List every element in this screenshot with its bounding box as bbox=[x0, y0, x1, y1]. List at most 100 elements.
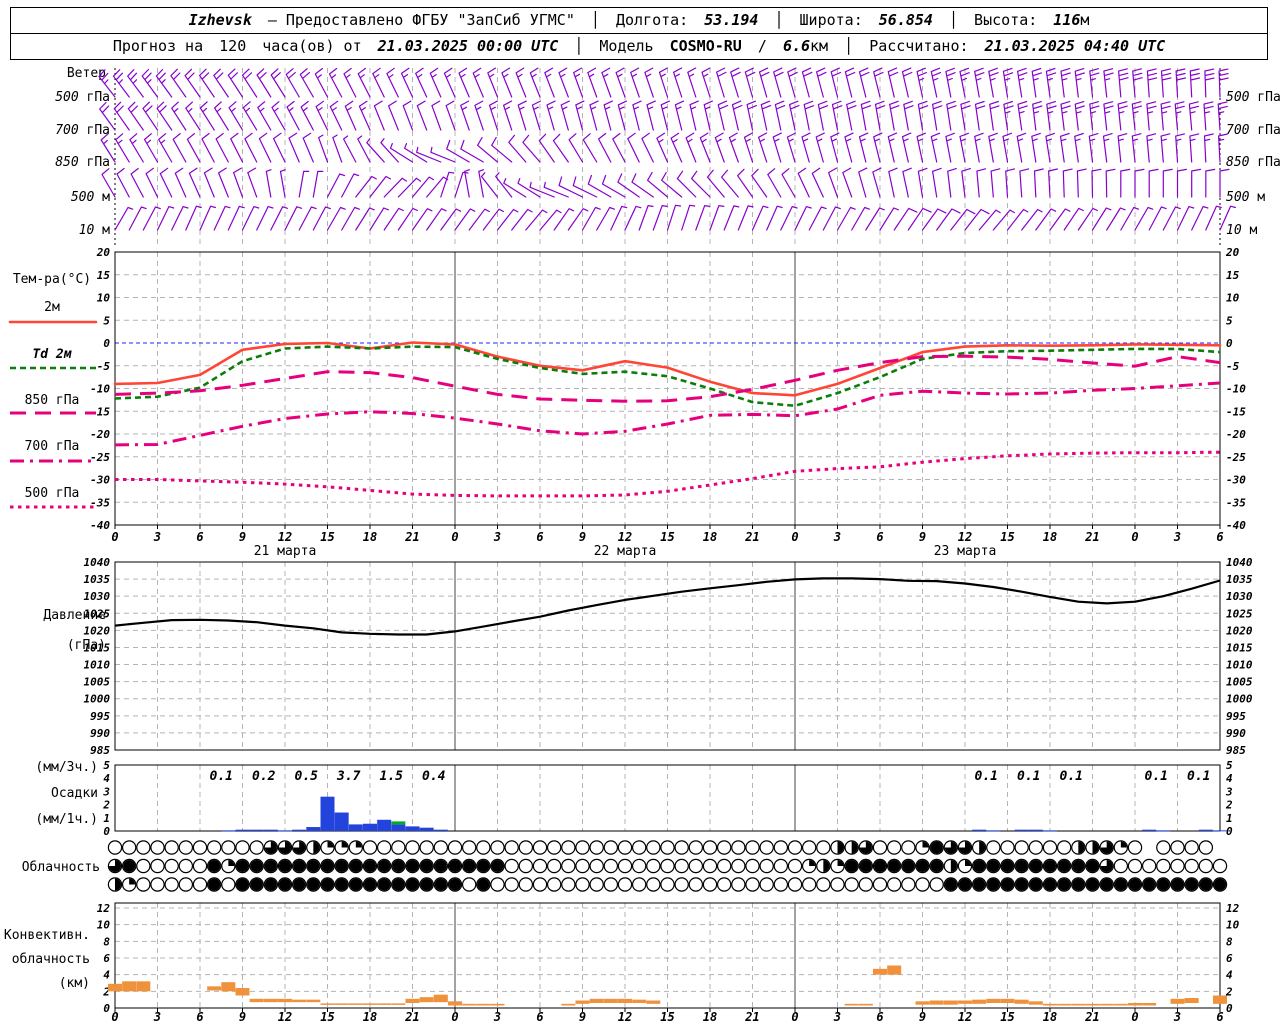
wind-barb bbox=[803, 100, 815, 131]
cloud-symbol-upper bbox=[391, 840, 406, 855]
cloud-symbol-upper bbox=[660, 840, 675, 855]
cloud-fill bbox=[321, 860, 334, 872]
wind-barb bbox=[1120, 168, 1131, 198]
wind-barb bbox=[879, 207, 899, 231]
wind-barb bbox=[758, 132, 768, 163]
wind-barb bbox=[961, 168, 971, 198]
convective-bar bbox=[561, 1003, 576, 1006]
wind-barb bbox=[794, 206, 812, 231]
precip-3h-value: 0.1 bbox=[1145, 769, 1168, 784]
cloud-symbol-middle bbox=[1156, 858, 1171, 874]
wind-barb bbox=[830, 132, 840, 163]
wind-barb bbox=[312, 170, 324, 198]
convective-bar bbox=[589, 998, 604, 1003]
wind-barb bbox=[787, 67, 798, 98]
cloud-fill bbox=[392, 860, 405, 872]
wind-barb bbox=[974, 67, 985, 98]
cloud-symbol-upper bbox=[575, 840, 590, 855]
pressure-tick-left: 1000 bbox=[84, 693, 111, 706]
hour-label-bottom: 0 bbox=[791, 1010, 798, 1024]
convective-bar bbox=[1000, 998, 1015, 1003]
cloud-fill bbox=[1044, 860, 1056, 872]
cloud-symbol-lower bbox=[773, 877, 789, 892]
cloud-symbol-upper bbox=[886, 840, 902, 855]
temperature-tick-right: -10 bbox=[1226, 383, 1246, 396]
wind-barb bbox=[766, 205, 783, 231]
cloud-fill bbox=[434, 878, 447, 891]
hour-label-top: 18 bbox=[1043, 530, 1057, 544]
cloud-fill bbox=[228, 860, 235, 866]
wind-barb bbox=[227, 68, 244, 98]
convective-bar bbox=[632, 999, 647, 1003]
cloud-fill bbox=[491, 860, 504, 872]
cloud-fill bbox=[364, 878, 376, 891]
wind-barb bbox=[673, 67, 683, 98]
wind-barb bbox=[1016, 132, 1027, 163]
cloud-symbol-lower bbox=[561, 877, 576, 892]
wind-barb bbox=[988, 132, 998, 163]
cloud-symbol-upper bbox=[901, 840, 916, 855]
wind-barb bbox=[397, 177, 422, 198]
wind-barb bbox=[901, 132, 912, 163]
cloud-fill bbox=[236, 878, 249, 891]
temperature-tick-right: 5 bbox=[1226, 314, 1233, 327]
convective-bar bbox=[1128, 1003, 1142, 1006]
convective-bar bbox=[915, 1001, 930, 1005]
wind-barb bbox=[357, 67, 371, 98]
wind-barb bbox=[241, 68, 258, 98]
cloud-fill bbox=[349, 878, 362, 891]
wind-barb bbox=[298, 206, 317, 231]
hour-label-top: 6 bbox=[536, 530, 543, 544]
cloud-fill bbox=[1171, 878, 1184, 891]
cloud-fill bbox=[959, 878, 971, 891]
wind-barb bbox=[873, 67, 884, 98]
wind-barb bbox=[1031, 67, 1042, 98]
wind-barb bbox=[531, 100, 541, 131]
hour-label-bottom: 9 bbox=[919, 1010, 926, 1024]
wind-barb bbox=[917, 167, 928, 198]
cloud-symbol-upper bbox=[546, 840, 562, 855]
precip-bar bbox=[1142, 829, 1157, 831]
cloud-symbol-upper bbox=[1170, 840, 1185, 855]
wind-barb bbox=[241, 206, 260, 231]
cloud-fill bbox=[123, 860, 136, 872]
cloud-symbol-upper bbox=[1184, 840, 1199, 855]
wind-barb bbox=[279, 169, 286, 198]
cloud-symbol-upper bbox=[773, 840, 789, 855]
temperature-tick-left: -30 bbox=[90, 474, 110, 487]
cloud-fill bbox=[1058, 860, 1071, 872]
wind-barb bbox=[627, 132, 640, 163]
wind-barb bbox=[318, 134, 329, 163]
convective-bar bbox=[1099, 1003, 1114, 1006]
wind-barb bbox=[416, 100, 428, 131]
cloud-fill bbox=[888, 860, 901, 872]
cloud-symbol-upper bbox=[518, 840, 534, 855]
wind-barb bbox=[1160, 133, 1171, 163]
cloud-fill bbox=[874, 860, 886, 872]
wind-barb bbox=[400, 67, 414, 98]
wind-barb bbox=[903, 100, 914, 131]
cloud-symbol-middle bbox=[192, 858, 208, 874]
wind-barb bbox=[1062, 168, 1073, 198]
cloud-symbol-lower bbox=[745, 877, 760, 892]
convective-tick-left: 8 bbox=[103, 935, 110, 948]
cloud-fill bbox=[335, 860, 348, 872]
cloud-fill bbox=[335, 878, 348, 891]
cloud-fill bbox=[1029, 878, 1042, 891]
cloud-symbol-middle bbox=[1212, 858, 1228, 874]
cloud-symbol-lower bbox=[461, 877, 477, 892]
hour-label-top: 21 bbox=[1084, 530, 1099, 544]
precip-bar bbox=[972, 829, 987, 831]
temperature-tick-right: -30 bbox=[1226, 474, 1246, 487]
wind-barb bbox=[358, 100, 371, 131]
hour-label-bottom: 3 bbox=[833, 1010, 841, 1024]
wind-barb bbox=[302, 132, 314, 163]
precip-bar bbox=[433, 829, 448, 831]
cloud-symbol-upper bbox=[121, 840, 137, 855]
pressure-tick-left: 990 bbox=[90, 727, 110, 740]
wind-barb bbox=[751, 168, 768, 198]
cloud-fill bbox=[463, 860, 476, 872]
cloud-fill bbox=[279, 860, 291, 872]
cloud-symbol-lower bbox=[844, 877, 859, 892]
cloud-symbol-middle bbox=[1141, 858, 1157, 874]
